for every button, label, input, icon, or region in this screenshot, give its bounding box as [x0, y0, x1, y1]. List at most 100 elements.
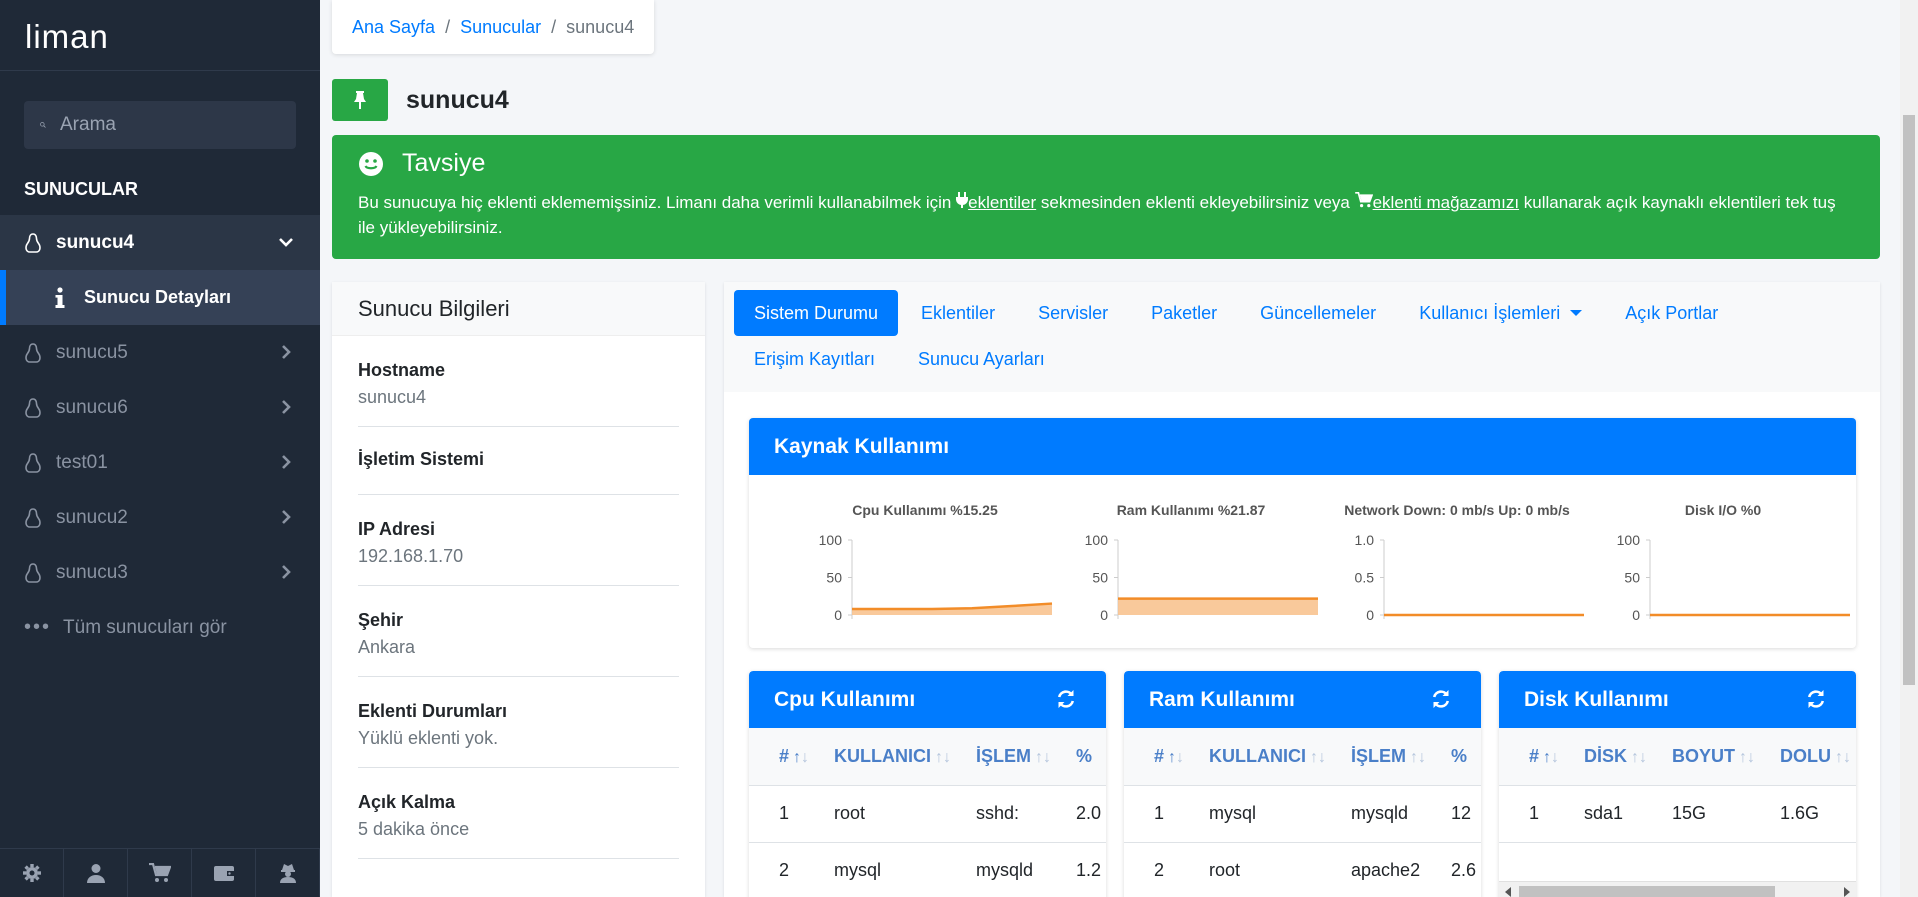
sidebar-see-all-servers[interactable]: ••• Tüm sunucuları gör: [0, 600, 320, 655]
sidebar-item-sunucu6[interactable]: sunucu6: [0, 380, 320, 435]
chevron-right-icon[interactable]: [278, 509, 294, 525]
tab-extensions[interactable]: Eklentiler: [901, 290, 1015, 336]
profile-button[interactable]: [64, 849, 128, 897]
column-header[interactable]: İŞLEM ↑↓: [1351, 728, 1452, 786]
column-header[interactable]: # ↑↓: [1499, 728, 1585, 786]
sidebar-item-label: sunucu3: [56, 561, 128, 583]
tab-open-ports[interactable]: Açık Portlar: [1605, 290, 1738, 336]
column-header[interactable]: İŞLEM ↑↓: [976, 728, 1077, 786]
refresh-icon[interactable]: [1056, 689, 1076, 709]
alert-text: sekmesinden eklenti ekleyebilirsiniz vey…: [1036, 193, 1355, 212]
gear-icon: [22, 864, 41, 882]
column-header[interactable]: KULLANICI ↑↓: [1209, 728, 1352, 786]
cpu-usage-table: # ↑↓ KULLANICI ↑↓ İŞLEM ↑↓ % 1 root sshd: 2.0 …: [749, 728, 1106, 897]
extensions-link[interactable]: eklentiler: [968, 193, 1036, 212]
y-tick-label: 1.0: [1355, 532, 1375, 548]
tab-system-status[interactable]: Sistem Durumu: [734, 290, 899, 336]
horizontal-scrollbar[interactable]: [1499, 881, 1856, 897]
info-icon: [46, 286, 74, 309]
y-tick-label: 50: [1624, 570, 1640, 586]
column-header[interactable]: # ↑↓: [1124, 728, 1210, 786]
breadcrumb-current: sunucu4: [566, 16, 635, 37]
alert-text: Bu sunucuya hiç eklenti eklememişsiniz. …: [358, 193, 957, 212]
sidebar-item-label: test01: [56, 451, 108, 473]
tab-updates[interactable]: Güncellemeler: [1240, 290, 1396, 336]
chevron-right-icon[interactable]: [278, 454, 294, 470]
chevron-right-icon[interactable]: [278, 399, 294, 415]
column-header[interactable]: %: [1076, 728, 1106, 786]
card-title: Cpu Kullanımı: [774, 687, 916, 711]
alert-message: Bu sunucuya hiç eklenti eklememişsiniz. …: [358, 190, 1854, 240]
page-title: sunucu4: [406, 85, 509, 114]
recommendation-alert: Tavsiye Bu sunucuya hiç eklenti eklememi…: [332, 135, 1880, 259]
ram-usage-card: Ram Kullanımı # ↑↓ KULLANICI ↑↓ İŞLEM ↑↓ % …: [1124, 671, 1481, 897]
store-button[interactable]: [128, 849, 192, 897]
ram-usage-chart: Ram Kullanımı %21.87 100 50 0: [1060, 502, 1322, 627]
sidebar-item-test01[interactable]: test01: [0, 435, 320, 490]
tab-server-settings[interactable]: Sunucu Ayarları: [898, 336, 1065, 382]
y-tick-label: 0.5: [1355, 570, 1375, 586]
series-area: [1118, 598, 1318, 615]
search-input[interactable]: [60, 114, 280, 136]
cart-icon: [148, 863, 171, 882]
sidebar-item-sunucu2[interactable]: sunucu2: [0, 490, 320, 545]
sidebar-footer: [0, 848, 320, 897]
ram-usage-table: # ↑↓ KULLANICI ↑↓ İŞLEM ↑↓ % 1 mysql mysqld 12…: [1124, 728, 1481, 897]
column-header[interactable]: # ↑↓: [749, 728, 835, 786]
wallet-icon: [213, 866, 234, 881]
refresh-icon[interactable]: [1431, 689, 1451, 709]
scrollbar-thumb[interactable]: [1519, 886, 1775, 897]
resource-usage-card: Kaynak Kullanımı Cpu Kullanımı %15.25 10…: [749, 418, 1856, 648]
sidebar-subitem-server-details[interactable]: Sunucu Detayları: [0, 270, 320, 325]
chevron-right-icon[interactable]: [278, 344, 294, 360]
sidebar-item-sunucu5[interactable]: sunucu5: [0, 325, 320, 380]
info-key: Şehir: [358, 610, 404, 630]
pin-button[interactable]: [332, 79, 388, 121]
sidebar-item-sunucu4[interactable]: sunucu4: [0, 215, 320, 270]
sidebar-subitem-label: Sunucu Detayları: [84, 287, 232, 307]
sidebar-item-label: sunucu6: [56, 396, 128, 418]
table-row: 1 sda1 15G 1.6G: [1499, 785, 1856, 843]
y-tick-label: 100: [1085, 532, 1109, 548]
refresh-icon[interactable]: [1806, 689, 1826, 709]
table-row: 2 root apache2 2.6: [1124, 842, 1481, 897]
chart-svg: 100 50 0: [819, 532, 1053, 623]
scrollbar-thumb[interactable]: [1903, 115, 1915, 685]
breadcrumb-home[interactable]: Ana Sayfa: [352, 17, 435, 38]
scroll-left-arrow-icon[interactable]: [1505, 887, 1511, 897]
chevron-right-icon[interactable]: [278, 564, 294, 580]
admin-button[interactable]: [256, 849, 320, 897]
app-logo[interactable]: liman: [0, 0, 320, 71]
table-row: 1 mysql mysqld 12: [1124, 785, 1481, 843]
column-header[interactable]: %: [1451, 728, 1481, 786]
main-content: Ana Sayfa / Sunucular / sunucu4 sunucu4 …: [320, 0, 1900, 897]
tab-access-logs[interactable]: Erişim Kayıtları: [734, 336, 895, 382]
tab-user-operations[interactable]: Kullanıcı İşlemleri: [1399, 290, 1602, 336]
card-title: Ram Kullanımı: [1149, 687, 1295, 711]
disk-io-chart: Disk I/O %0 100 50 0: [1592, 502, 1854, 627]
ram-usage-header: Ram Kullanımı: [1124, 671, 1481, 728]
extension-store-link[interactable]: eklenti mağazamızı: [1373, 193, 1519, 212]
scroll-right-arrow-icon[interactable]: [1844, 887, 1850, 897]
column-header[interactable]: KULLANICI ↑↓: [834, 728, 977, 786]
info-row-city: Şehir Ankara: [358, 586, 679, 677]
column-header[interactable]: BOYUT ↑↓: [1672, 728, 1781, 786]
column-header[interactable]: DOLU ↑↓: [1780, 728, 1856, 786]
chevron-down-icon[interactable]: [278, 234, 294, 250]
sidebar-item-sunucu3[interactable]: sunucu3: [0, 545, 320, 600]
wallet-button[interactable]: [192, 849, 256, 897]
page-header: sunucu4: [332, 79, 509, 121]
info-row-extension-status: Eklenti Durumları Yüklü eklenti yok.: [358, 677, 679, 768]
settings-button[interactable]: [0, 849, 64, 897]
table-row: 1 root sshd: 2.0: [749, 785, 1106, 843]
server-info-title: Sunucu Bilgileri: [332, 282, 705, 336]
info-row-os: İşletim Sistemi: [358, 427, 679, 495]
column-header[interactable]: DİSK ↑↓: [1584, 728, 1673, 786]
disk-usage-header: Disk Kullanımı: [1499, 671, 1856, 728]
page-scrollbar[interactable]: [1900, 0, 1918, 897]
breadcrumb-servers[interactable]: Sunucular: [460, 17, 541, 38]
tab-packages[interactable]: Paketler: [1131, 290, 1237, 336]
sidebar-search[interactable]: [24, 101, 296, 149]
tab-services[interactable]: Servisler: [1018, 290, 1128, 336]
user-icon: [86, 864, 105, 883]
